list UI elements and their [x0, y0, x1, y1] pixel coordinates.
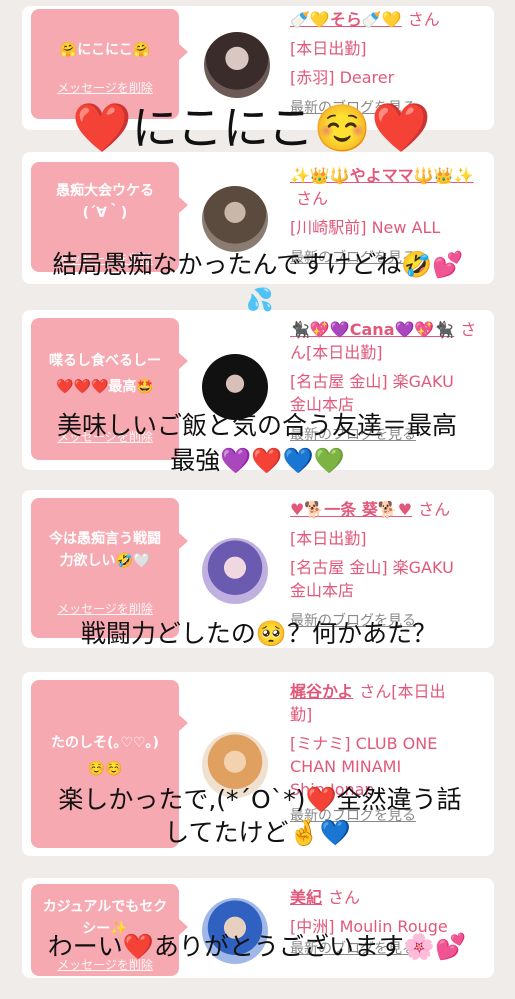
cast-name-link[interactable]: 美紀 — [290, 888, 322, 907]
cast-name-link[interactable]: ✨👑🔱やよママ🔱👑✨ — [290, 166, 474, 185]
san-label: さん — [296, 189, 329, 208]
overlay-caption-5b: してたけど🤞💙 — [164, 818, 351, 847]
heart-icon: ❤️ — [371, 100, 431, 156]
cast-name-link[interactable]: 🐈‍⬛💖💜Cana💜💖🐈‍⬛ — [290, 320, 454, 339]
san-label: さん — [407, 10, 440, 29]
info-line: [名古屋 金山] 楽GAKU — [290, 558, 454, 577]
caption-text: にこにこ☺️ — [131, 101, 372, 155]
info-line: [本日出勤] — [290, 529, 367, 548]
san-label: さん — [418, 500, 451, 519]
avatar[interactable] — [202, 538, 268, 604]
bubble-text: 喋るし食べるしー ❤️❤️❤️最高🤩 — [49, 353, 161, 395]
info-line: CHAN MINAMI — [290, 757, 402, 776]
cast-name-link[interactable]: 🍼💛そら🍼💛 — [290, 10, 402, 29]
bubble-text: 今は愚痴言う戦闘 力欲しい🤣🤍 — [49, 531, 161, 569]
message-bubble: 今は愚痴言う戦闘 力欲しい🤣🤍 メッセージを削除 — [31, 498, 188, 638]
delete-message-link[interactable]: メッセージを削除 — [31, 600, 179, 617]
cast-name-link[interactable]: 梶谷かよ — [290, 682, 353, 701]
bubble-text: 愚痴大会ウケる (´∀｀) — [56, 183, 154, 221]
card-6: カジュアルでもセク シー✨ メッセージを削除 美紀 さん [中洲] Moulin … — [22, 878, 494, 978]
overlay-caption-4: 戦闘力どしたの🥺？何かあた？ — [80, 619, 438, 648]
info-line: [本日出勤] — [290, 39, 367, 58]
message-bubble: カジュアルでもセク シー✨ メッセージを削除 — [31, 884, 188, 976]
cast-name-link[interactable]: ♥🐕一条 葵🐕♥ — [290, 500, 412, 519]
delete-message-link[interactable]: メッセージを削除 — [31, 79, 179, 96]
info-line: [名古屋 金山] 楽GAKU — [290, 372, 454, 391]
overlay-caption-5a: 楽しかったで,(*´O`*)❤️全然違う話 — [58, 785, 462, 814]
san-label: さん[本日出 — [359, 682, 446, 701]
overlay-caption-3a: 美味しいご飯と気の合う友達＝最高 — [56, 411, 457, 440]
info-line: 金山本店 — [290, 581, 355, 600]
overlay-caption-1: ❤️にこにこ☺️❤️ — [72, 100, 431, 156]
avatar[interactable] — [204, 32, 270, 98]
bubble-text: 🤗にこにこ🤗 — [59, 42, 151, 58]
san-label: さん — [328, 888, 361, 907]
avatar[interactable] — [202, 186, 268, 252]
sweat-droplets-icon: 💦 — [246, 288, 274, 313]
overlay-caption-2: 結局愚痴なかったんですけどね🤣💕 — [52, 250, 464, 279]
bubble-text: たのしそ(｡♡♡｡) ☺️☺️ — [51, 735, 159, 777]
info-line: [ミナミ] CLUB ONE — [290, 734, 438, 753]
info-line: 勤] — [290, 705, 313, 724]
heart-icon: ❤️ — [72, 100, 132, 156]
info-line: [赤羽] Dearer — [290, 68, 395, 87]
info-line: [川崎駅前] New ALL — [290, 218, 441, 237]
profile-info: ♥🐕一条 葵🐕♥ さん [本日出勤] [名古屋 金山] 楽GAKU 金山本店 最新… — [290, 498, 490, 633]
overlay-caption-3b: 最強💜❤️💙💚 — [170, 446, 345, 475]
overlay-caption-6: わーい❤️ありがとうございます🌸💕 — [47, 932, 467, 961]
